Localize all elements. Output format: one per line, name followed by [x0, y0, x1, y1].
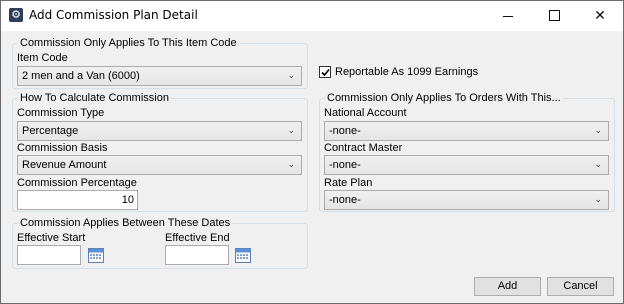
minimize-icon — [503, 15, 513, 17]
reportable-1099-checkbox[interactable] — [319, 66, 331, 78]
calendar-icon[interactable] — [235, 247, 251, 263]
commission-type-dropdown[interactable]: Percentage ⌄ — [17, 121, 302, 141]
orders-group-legend: Commission Only Applies To Orders With T… — [325, 92, 563, 105]
effective-end-label: Effective End — [165, 232, 230, 244]
chevron-down-icon: ⌄ — [287, 125, 295, 135]
commission-percentage-value: 10 — [121, 194, 134, 206]
add-button[interactable]: Add — [474, 277, 541, 296]
effective-start-label: Effective Start — [17, 232, 86, 244]
commission-type-label: Commission Type — [17, 107, 105, 119]
contract-master-label: Contract Master — [324, 142, 403, 154]
maximize-icon — [548, 9, 560, 21]
commission-percentage-input[interactable]: 10 — [17, 190, 138, 210]
rate-plan-label: Rate Plan — [324, 177, 373, 189]
app-gear-icon: ⚙ — [9, 8, 23, 22]
rate-plan-value: -none- — [329, 194, 361, 206]
window-title: Add Commission Plan Detail — [29, 8, 198, 22]
calc-group: How To Calculate Commission Commission T… — [12, 92, 308, 212]
item-code-dropdown[interactable]: 2 men and a Van (6000) ⌄ — [17, 66, 302, 86]
dialog-window: ⚙ Add Commission Plan Detail ✕ Commissio… — [0, 0, 624, 304]
title-bar: ⚙ Add Commission Plan Detail ✕ — [1, 1, 623, 31]
chevron-down-icon: ⌄ — [594, 159, 602, 169]
effective-start-input[interactable] — [17, 245, 81, 265]
chevron-down-icon: ⌄ — [594, 125, 602, 135]
minimize-button[interactable] — [485, 1, 531, 31]
maximize-button[interactable] — [531, 1, 577, 31]
dates-group-legend: Commission Applies Between These Dates — [18, 217, 233, 230]
item-code-group-legend: Commission Only Applies To This Item Cod… — [18, 37, 239, 50]
calendar-icon[interactable] — [88, 247, 104, 263]
item-code-value: 2 men and a Van (6000) — [22, 70, 140, 82]
national-account-dropdown[interactable]: -none- ⌄ — [324, 121, 609, 141]
chevron-down-icon: ⌄ — [594, 194, 602, 204]
item-code-group: Commission Only Applies To This Item Cod… — [12, 37, 308, 89]
dates-group: Commission Applies Between These Dates E… — [12, 217, 308, 269]
contract-master-dropdown[interactable]: -none- ⌄ — [324, 155, 609, 175]
national-account-value: -none- — [329, 125, 361, 137]
commission-basis-value: Revenue Amount — [22, 159, 107, 171]
checkmark-icon — [321, 68, 330, 77]
contract-master-value: -none- — [329, 159, 361, 171]
commission-percentage-label: Commission Percentage — [17, 177, 137, 189]
effective-end-input[interactable] — [165, 245, 229, 265]
item-code-label: Item Code — [17, 52, 68, 64]
rate-plan-dropdown[interactable]: -none- ⌄ — [324, 190, 609, 210]
commission-basis-label: Commission Basis — [17, 142, 108, 154]
orders-group: Commission Only Applies To Orders With T… — [319, 92, 615, 212]
chevron-down-icon: ⌄ — [287, 159, 295, 169]
close-button[interactable]: ✕ — [577, 1, 623, 31]
calc-group-legend: How To Calculate Commission — [18, 92, 171, 105]
commission-basis-dropdown[interactable]: Revenue Amount ⌄ — [17, 155, 302, 175]
national-account-label: National Account — [324, 107, 407, 119]
chevron-down-icon: ⌄ — [287, 70, 295, 80]
reportable-1099-label: Reportable As 1099 Earnings — [335, 66, 479, 78]
commission-type-value: Percentage — [22, 125, 79, 137]
cancel-button[interactable]: Cancel — [547, 277, 614, 296]
